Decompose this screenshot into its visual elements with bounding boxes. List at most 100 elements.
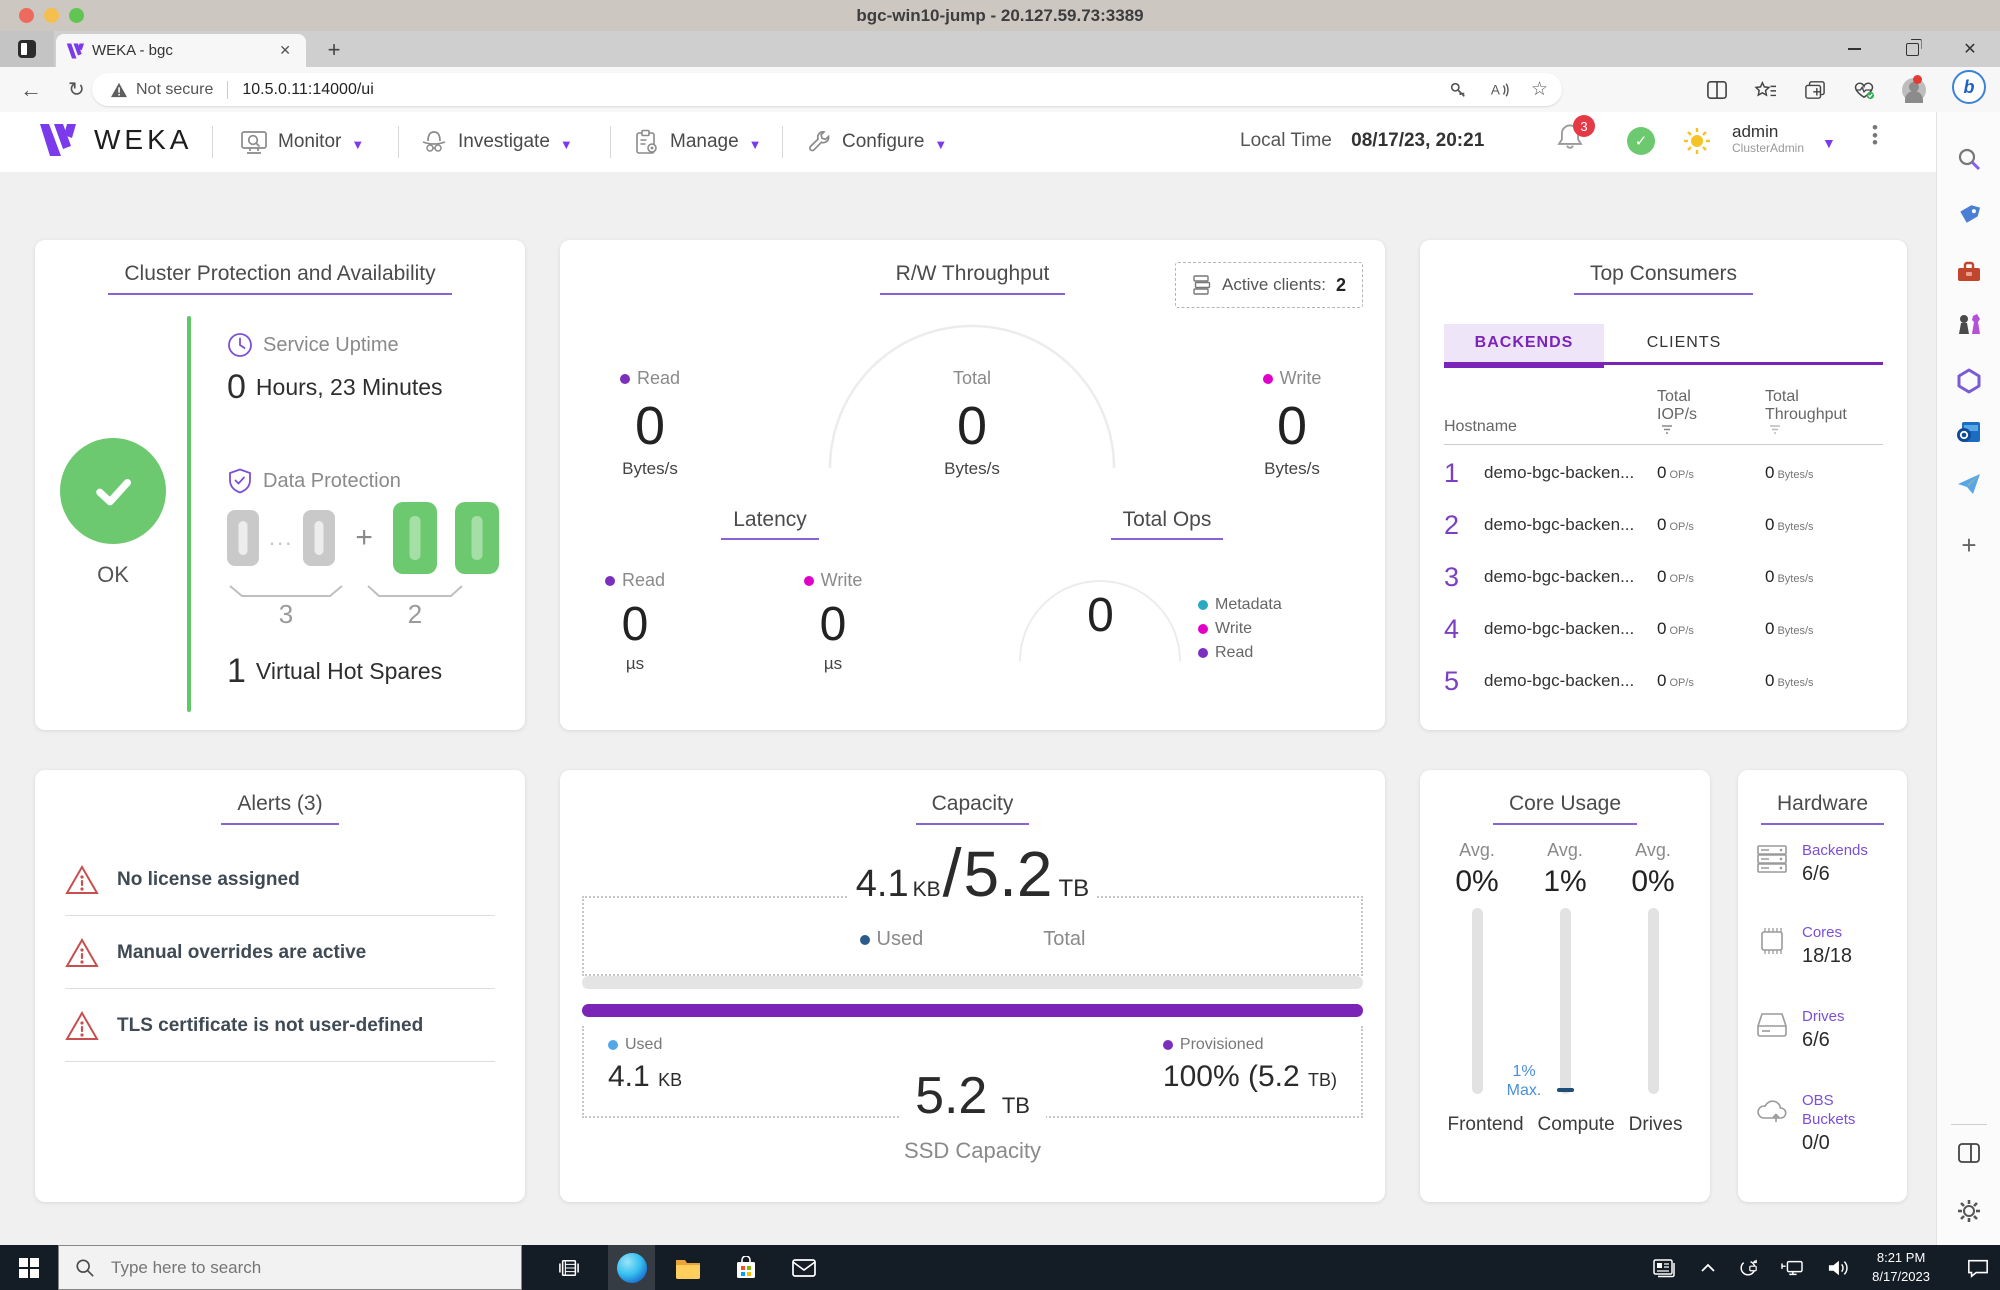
profile-avatar[interactable] [1902,74,1927,103]
parity-brace: 2 [365,584,465,630]
password-key-icon[interactable] [1449,81,1467,99]
clock-time: 8:21 PM [1876,1249,1926,1265]
widgets-icon[interactable] [1652,1257,1678,1279]
sidebar-m365-icon[interactable] [1937,368,2000,394]
user-menu[interactable]: admin ClusterAdmin [1732,122,1804,155]
browser-tab[interactable]: WEKA - bgc ✕ [56,34,306,67]
taskbar-edge-button[interactable] [608,1245,655,1290]
alert-item[interactable]: Manual overrides are active [65,918,495,989]
window-restore-button[interactable] [1884,31,1940,67]
start-button[interactable] [0,1245,58,1290]
menu-configure[interactable]: Configure ▼ [806,122,947,162]
alert-item[interactable]: TLS certificate is not user-defined [65,991,495,1062]
network-icon[interactable] [1780,1258,1804,1278]
window-close-button[interactable]: ✕ [1942,31,1998,67]
sidebar-tools-icon[interactable] [1937,260,2000,284]
cluster-health-check-icon[interactable]: ✓ [1627,127,1655,155]
taskbar-store-button[interactable] [722,1245,769,1290]
tray-sync-icon[interactable] [1738,1258,1758,1278]
window-minimize-button[interactable] [1826,31,1882,67]
alert-item[interactable]: No license assigned [65,845,495,916]
tray-expand-chevron-icon[interactable] [1700,1262,1716,1274]
active-clients-value: 2 [1335,274,1346,295]
local-time-value: 08/17/23, 20:21 [1351,130,1485,151]
weka-favicon [66,43,84,58]
taskbar-clock[interactable]: 8:21 PM 8/17/2023 [1872,1249,1930,1287]
address-bar[interactable]: Not secure 10.5.0.11:14000/ui A ☆ [92,73,1562,106]
total-ops-legend: Metadata Write Read [1198,596,1282,668]
col-total-throughput[interactable]: Total Throughput [1765,388,1883,436]
menu-manage-label: Manage [670,131,739,152]
search-input[interactable] [109,1256,493,1279]
service-uptime-header: Service Uptime [227,332,399,358]
tab-close-icon[interactable]: ✕ [274,41,296,60]
tab-backends[interactable]: BACKENDS [1444,324,1604,368]
action-center-icon[interactable] [1966,1257,1990,1279]
split-screen-icon[interactable] [1706,80,1728,100]
capacity-fraction-labels: Used Total [560,928,1385,951]
write-dot [803,576,814,587]
card-title: Alerts (3) [35,792,525,825]
consumer-row[interactable]: 3 demo-bgc-backen... 0 OP/s 0 Bytes/s [1444,551,1883,603]
user-chevron-down-icon[interactable]: ▼ [1822,135,1836,151]
core-compute: Avg. 1% [1543,840,1587,898]
browser-essentials-icon[interactable] [1852,80,1876,100]
card-capacity: Capacity 4.1 KB/5.2 TB Used Total Used 4.1… [560,770,1385,1202]
sidebar-panel-icon[interactable] [1937,1142,2000,1164]
sidebar-add-icon[interactable]: + [1937,530,2000,561]
sort-icon [1662,425,1672,434]
taskbar-file-explorer-button[interactable] [664,1245,711,1290]
sidebar-games-icon[interactable] [1937,312,2000,338]
favorite-star-icon[interactable]: ☆ [1531,78,1548,101]
refresh-icon[interactable]: ↻ [68,77,85,102]
active-clients-box[interactable]: Active clients: 2 [1175,262,1363,308]
menu-investigate[interactable]: Investigate ▼ [420,122,573,162]
menu-monitor[interactable]: Monitor ▼ [240,122,364,162]
sidebar-shopping-icon[interactable] [1937,204,2000,228]
chevron-down-icon: ▼ [934,136,948,152]
chevron-down-icon: ▼ [748,136,762,152]
read-aloud-icon[interactable]: A [1489,81,1509,99]
parity-block [392,502,437,574]
divider [187,316,191,712]
card-top-consumers: Top Consumers BACKENDS CLIENTS Hostname … [1420,240,1907,730]
shield-check-icon [229,468,251,494]
sidebar-drop-icon[interactable] [1937,472,2000,496]
brand-name: WEKA [94,124,193,155]
read-throughput-stat: Read 0 Bytes/s [590,368,710,479]
ssd-total: 5.2 TB [560,1066,1385,1126]
titlebar: bgc-win10-jump - 20.127.59.73:3389 [0,0,2000,32]
consumer-row[interactable]: 1 demo-bgc-backen... 0 OP/s 0 Bytes/s [1444,447,1883,499]
sidebar-outlook-icon[interactable] [1937,420,2000,444]
taskbar-search[interactable] [58,1245,522,1290]
total-throughput-stat: Total 0 Bytes/s [944,368,1000,478]
windows-taskbar: 8:21 PM 8/17/2023 [0,1245,2000,1290]
menu-manage[interactable]: Manage ▼ [634,122,762,162]
tab-workspaces-icon[interactable] [0,31,54,67]
taskbar-mail-button[interactable] [780,1245,827,1290]
task-view-button[interactable] [545,1245,592,1290]
favorites-list-icon[interactable] [1754,80,1778,100]
card-title: Core Usage [1420,792,1710,825]
col-total-iops[interactable]: Total IOP/s [1657,388,1765,436]
read-dot [619,374,630,385]
theme-sun-icon[interactable] [1683,127,1711,155]
consumer-table-header: Hostname Total IOP/s Total Throughput [1444,388,1883,445]
kebab-menu-icon[interactable]: • • • [1868,119,1882,151]
card-title: Cluster Protection and Availability [35,262,525,295]
weka-navbar: WEKA Monitor ▼ Investigate ▼ Manage ▼ Co… [0,112,1936,173]
consumer-row[interactable]: 5 demo-bgc-backen... 0 OP/s 0 Bytes/s [1444,655,1883,707]
notifications-button[interactable]: 3 [1555,115,1595,152]
tab-clients[interactable]: CLIENTS [1604,324,1764,362]
settings-gear-icon[interactable] [1937,1198,2000,1224]
collections-icon[interactable] [1804,80,1826,100]
consumer-row[interactable]: 4 demo-bgc-backen... 0 OP/s 0 Bytes/s [1444,603,1883,655]
menu-monitor-label: Monitor [278,131,342,152]
new-tab-button[interactable]: + [320,37,348,63]
copilot-icon[interactable]: b [1937,70,2000,104]
speaker-icon[interactable] [1826,1258,1850,1278]
back-icon[interactable]: ← [20,77,42,103]
consumer-row[interactable]: 2 demo-bgc-backen... 0 OP/s 0 Bytes/s [1444,499,1883,551]
monitor-icon [241,131,267,154]
sidebar-search-icon[interactable] [1937,146,2000,172]
